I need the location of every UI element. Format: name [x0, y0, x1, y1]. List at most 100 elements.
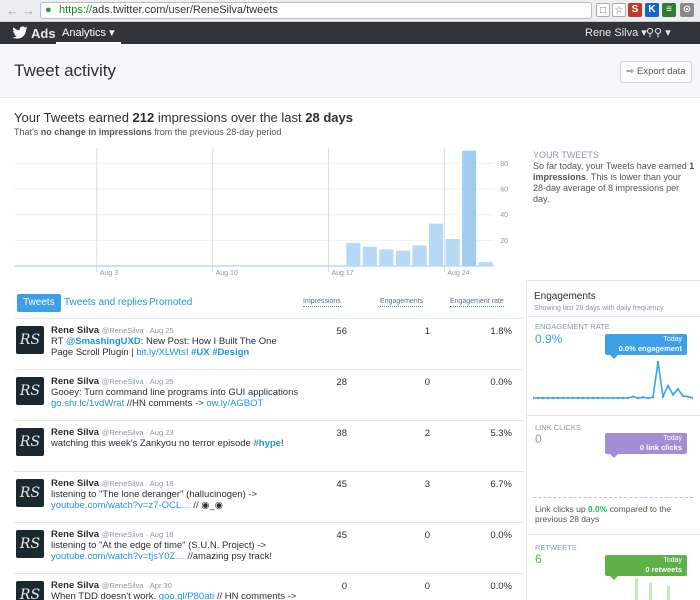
- forward-arrow-icon[interactable]: →: [22, 3, 35, 18]
- link-clicks-baseline: [533, 497, 693, 498]
- tweet-row[interactable]: RS Rene Silva @ReneSilva · Aug 23 watching…: [14, 420, 524, 470]
- engagement-rate-point: [586, 396, 590, 400]
- avatar[interactable]: RS: [16, 377, 44, 405]
- tweet-text-segment: // HN comments ->: [214, 591, 297, 600]
- tab-tweets[interactable]: Tweets: [17, 294, 61, 312]
- tweet-author: Rene Silva @ReneSilva · Aug 25: [51, 376, 174, 387]
- your-tweets-panel: YOUR TWEETS So far today, your Tweets ha…: [533, 150, 695, 205]
- back-arrow-icon[interactable]: ←: [6, 3, 19, 18]
- summary-headline: Your Tweets earned 212 impressions over …: [14, 110, 353, 125]
- link-clicks-today-badge: Today 0 link clicks: [605, 433, 687, 458]
- tweet-impressions: 38: [336, 428, 347, 439]
- tweet-link[interactable]: goo.gl/P80ati: [159, 591, 214, 600]
- y-tick-label: 40: [500, 212, 508, 219]
- browser-toolbar: ← → ● https://ads.twitter.com/user/ReneS…: [0, 0, 700, 22]
- tweet-text-segment: RT: [51, 336, 66, 347]
- retweets-today-badge: Today 0 retweets: [605, 555, 687, 580]
- x-tick-label: Aug 10: [216, 270, 238, 277]
- ads-label[interactable]: Ads: [31, 26, 56, 41]
- engagements-panel: Engagements Showing last 28 days with da…: [526, 280, 700, 600]
- y-tick-label: 80: [500, 161, 508, 168]
- engagement-rate-point: [606, 396, 610, 400]
- engagement-rate-point: [561, 396, 565, 400]
- extension-icon[interactable]: K: [645, 3, 659, 17]
- tweet-handle: @ReneSilva · Aug 18: [101, 530, 174, 539]
- retweets-bar: [667, 586, 670, 600]
- column-header-engagement-rate[interactable]: Engagement rate: [450, 298, 504, 307]
- engagement-rate-point: [596, 396, 600, 400]
- tweet-row[interactable]: RS Rene Silva @ReneSilva · Aug 25 Gooey: T…: [14, 369, 524, 419]
- engagement-rate-point: [546, 396, 550, 400]
- user-name: Rene Silva: [585, 27, 639, 39]
- avatar[interactable]: RS: [16, 581, 44, 600]
- summary-subtext: That's no change in impressions from the…: [14, 127, 282, 137]
- tweet-engagements: 1: [424, 326, 430, 337]
- tweet-mention-link[interactable]: @SmashingUXD: [66, 336, 141, 347]
- tweet-engagements: 0: [424, 377, 430, 388]
- tweet-link[interactable]: bit.ly/XLWtsI: [136, 347, 188, 358]
- retweets-value: 6: [535, 552, 542, 566]
- impressions-bar: [462, 150, 477, 266]
- settings-menu[interactable]: ⚲⚲ ▾: [646, 26, 671, 39]
- column-header-impressions[interactable]: Impressions: [303, 298, 341, 307]
- engagement-rate-point: [626, 396, 630, 400]
- user-menu[interactable]: Rene Silva ▾: [585, 22, 647, 44]
- engagement-rate-point: [541, 396, 545, 400]
- extension-icon[interactable]: S: [628, 3, 642, 17]
- tab-promoted[interactable]: Promoted: [149, 294, 192, 312]
- tab-tweets-and-replies[interactable]: Tweets and replies: [64, 294, 147, 312]
- x-tick-label: Aug 24: [447, 270, 469, 277]
- chevron-down-icon: ▾: [665, 27, 671, 39]
- twitter-bird-icon[interactable]: [12, 26, 28, 40]
- impressions-chart: 20 40 60 80 Aug 3 Aug 10 Aug 17 Aug 24: [14, 148, 521, 278]
- star-icon[interactable]: ☆: [612, 3, 626, 17]
- tweet-row[interactable]: RS Rene Silva @ReneSilva · Aug 18 listenin…: [14, 522, 524, 572]
- tweet-link[interactable]: ow.ly/AGBOT: [206, 398, 263, 409]
- tweet-author: Rene Silva @ReneSilva · Aug 23: [51, 427, 174, 438]
- avatar[interactable]: RS: [16, 479, 44, 507]
- tweet-row[interactable]: RS Rene Silva @ReneSilva · Apr 30 When TDD…: [14, 573, 524, 600]
- engagement-rate-point: [641, 396, 645, 399]
- tweet-mention-link[interactable]: #Design: [212, 347, 249, 358]
- extension-icon[interactable]: ≡: [662, 3, 676, 17]
- impressions-bar: [395, 250, 410, 266]
- tweet-text-segment: listening to "At the edge of time" (S.U.…: [51, 540, 267, 551]
- tweet-mention-link[interactable]: #UX: [191, 347, 209, 358]
- tweet-engagement-rate: 1.8%: [490, 326, 512, 337]
- link-clicks-label: LINK CLICKS: [535, 423, 581, 432]
- engagement-rate-point: [576, 396, 580, 400]
- tweet-row[interactable]: RS Rene Silva @ReneSilva · Aug 18 listenin…: [14, 471, 524, 521]
- tweet-text-segment: //amazing psy track!: [184, 551, 272, 562]
- bookmark-icon[interactable]: □: [596, 3, 610, 17]
- tweet-link[interactable]: youtube.com/watch?v=z7-OCL…: [51, 500, 191, 511]
- avatar[interactable]: RS: [16, 326, 44, 354]
- tweet-link[interactable]: youtube.com/watch?v=tjsY0Z…: [51, 551, 185, 562]
- tweet-row[interactable]: RS Rene Silva @ReneSilva · Aug 25 RT @Smas…: [14, 318, 524, 368]
- url-path: ads.twitter.com/user/ReneSilva/tweets: [92, 4, 278, 16]
- tweet-text-segment: listening to "The lone deranger" (halluc…: [51, 489, 258, 500]
- tweet-link[interactable]: go.shr.lc/1vdWrat: [51, 398, 124, 409]
- avatar[interactable]: RS: [16, 428, 44, 456]
- analytics-menu[interactable]: Analytics ▾: [56, 22, 121, 44]
- impressions-bar: [445, 239, 460, 266]
- export-label: Export data: [637, 66, 686, 77]
- engagement-rate-point: [686, 395, 690, 398]
- export-data-button[interactable]: ⇨ Export data: [620, 61, 692, 83]
- tweet-author: Rene Silva @ReneSilva · Aug 18: [51, 529, 174, 540]
- tweet-engagement-rate: 0.0%: [490, 530, 512, 541]
- engagement-rate-point: [533, 396, 535, 400]
- column-header-engagements[interactable]: Engagements: [380, 298, 424, 307]
- avatar[interactable]: RS: [16, 530, 44, 558]
- engagement-rate-point: [621, 396, 625, 400]
- engagement-rate-point: [676, 387, 680, 391]
- engagement-rate-point: [661, 395, 665, 398]
- tweet-handle: @ReneSilva · Aug 25: [101, 377, 174, 386]
- tweet-mention-link[interactable]: #hype: [253, 438, 280, 449]
- engagement-rate-point: [666, 384, 670, 387]
- engagement-rate-line: [533, 361, 693, 400]
- address-bar[interactable]: ● https://ads.twitter.com/user/ReneSilva…: [40, 2, 592, 19]
- tweet-handle: @ReneSilva · Aug 25: [101, 326, 174, 335]
- tweet-text-segment: //HN comments ->: [124, 398, 207, 409]
- engagements-subtitle: Showing last 28 days with daily frequenc…: [534, 305, 664, 312]
- extension-icon[interactable]: ⊙: [680, 3, 694, 17]
